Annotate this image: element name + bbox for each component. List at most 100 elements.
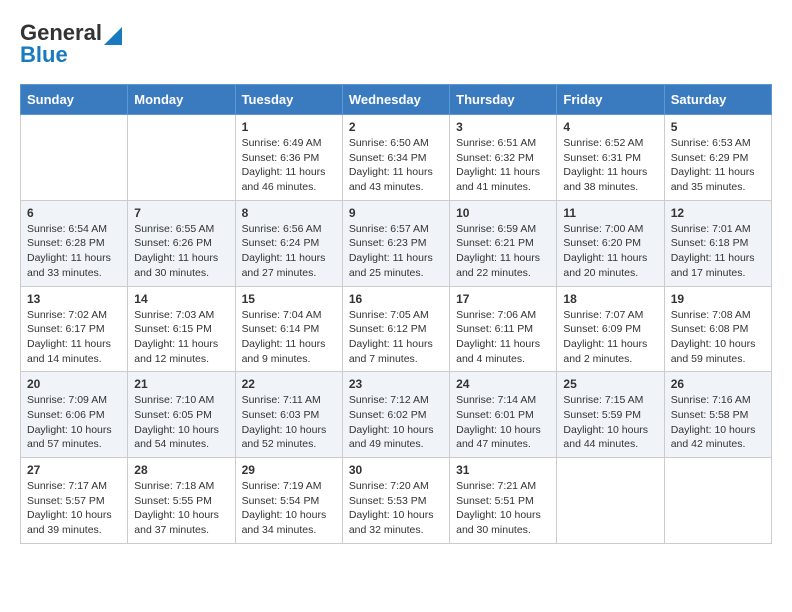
calendar-cell: 11 Sunrise: 7:00 AMSunset: 6:20 PMDayligh… [557,200,664,286]
day-info: Sunrise: 7:01 AMSunset: 6:18 PMDaylight:… [671,222,765,281]
day-info: Sunrise: 6:56 AMSunset: 6:24 PMDaylight:… [242,222,336,281]
day-number: 5 [671,120,765,134]
column-header-sunday: Sunday [21,85,128,115]
week-row-4: 20 Sunrise: 7:09 AMSunset: 6:06 PMDayligh… [21,372,772,458]
day-number: 31 [456,463,550,477]
day-number: 27 [27,463,121,477]
day-info: Sunrise: 6:51 AMSunset: 6:32 PMDaylight:… [456,136,550,195]
day-number: 4 [563,120,657,134]
day-number: 29 [242,463,336,477]
calendar-cell [128,115,235,201]
day-number: 13 [27,292,121,306]
calendar-table: SundayMondayTuesdayWednesdayThursdayFrid… [20,84,772,544]
day-info: Sunrise: 7:19 AMSunset: 5:54 PMDaylight:… [242,479,336,538]
day-info: Sunrise: 6:50 AMSunset: 6:34 PMDaylight:… [349,136,443,195]
day-number: 7 [134,206,228,220]
day-number: 23 [349,377,443,391]
calendar-cell: 31 Sunrise: 7:21 AMSunset: 5:51 PMDayligh… [450,458,557,544]
calendar-cell: 30 Sunrise: 7:20 AMSunset: 5:53 PMDayligh… [342,458,449,544]
day-info: Sunrise: 7:15 AMSunset: 5:59 PMDaylight:… [563,393,657,452]
day-info: Sunrise: 6:53 AMSunset: 6:29 PMDaylight:… [671,136,765,195]
calendar-cell: 20 Sunrise: 7:09 AMSunset: 6:06 PMDayligh… [21,372,128,458]
day-info: Sunrise: 6:59 AMSunset: 6:21 PMDaylight:… [456,222,550,281]
column-header-saturday: Saturday [664,85,771,115]
column-header-tuesday: Tuesday [235,85,342,115]
calendar-cell: 13 Sunrise: 7:02 AMSunset: 6:17 PMDayligh… [21,286,128,372]
day-info: Sunrise: 6:55 AMSunset: 6:26 PMDaylight:… [134,222,228,281]
day-info: Sunrise: 6:49 AMSunset: 6:36 PMDaylight:… [242,136,336,195]
calendar-cell [21,115,128,201]
calendar-cell: 8 Sunrise: 6:56 AMSunset: 6:24 PMDaylight… [235,200,342,286]
day-info: Sunrise: 7:17 AMSunset: 5:57 PMDaylight:… [27,479,121,538]
week-row-3: 13 Sunrise: 7:02 AMSunset: 6:17 PMDayligh… [21,286,772,372]
day-number: 28 [134,463,228,477]
day-info: Sunrise: 7:09 AMSunset: 6:06 PMDaylight:… [27,393,121,452]
day-number: 9 [349,206,443,220]
day-info: Sunrise: 7:04 AMSunset: 6:14 PMDaylight:… [242,308,336,367]
column-header-thursday: Thursday [450,85,557,115]
day-info: Sunrise: 7:06 AMSunset: 6:11 PMDaylight:… [456,308,550,367]
calendar-cell: 6 Sunrise: 6:54 AMSunset: 6:28 PMDaylight… [21,200,128,286]
column-header-monday: Monday [128,85,235,115]
day-number: 30 [349,463,443,477]
day-number: 6 [27,206,121,220]
day-info: Sunrise: 7:02 AMSunset: 6:17 PMDaylight:… [27,308,121,367]
day-info: Sunrise: 6:57 AMSunset: 6:23 PMDaylight:… [349,222,443,281]
calendar-cell: 10 Sunrise: 6:59 AMSunset: 6:21 PMDayligh… [450,200,557,286]
calendar-cell: 16 Sunrise: 7:05 AMSunset: 6:12 PMDayligh… [342,286,449,372]
day-info: Sunrise: 7:18 AMSunset: 5:55 PMDaylight:… [134,479,228,538]
page-header: General Blue [20,20,772,68]
calendar-cell [664,458,771,544]
day-number: 16 [349,292,443,306]
logo-arrow-icon [104,23,122,45]
day-info: Sunrise: 7:10 AMSunset: 6:05 PMDaylight:… [134,393,228,452]
calendar-cell: 19Sunrise: 7:08 AMSunset: 6:08 PMDayligh… [664,286,771,372]
day-info: Sunrise: 7:11 AMSunset: 6:03 PMDaylight:… [242,393,336,452]
calendar-cell: 24Sunrise: 7:14 AMSunset: 6:01 PMDayligh… [450,372,557,458]
week-row-2: 6 Sunrise: 6:54 AMSunset: 6:28 PMDaylight… [21,200,772,286]
day-number: 14 [134,292,228,306]
day-number: 19 [671,292,765,306]
day-info: Sunrise: 7:20 AMSunset: 5:53 PMDaylight:… [349,479,443,538]
day-number: 20 [27,377,121,391]
day-info: Sunrise: 6:52 AMSunset: 6:31 PMDaylight:… [563,136,657,195]
day-info: Sunrise: 7:00 AMSunset: 6:20 PMDaylight:… [563,222,657,281]
day-number: 12 [671,206,765,220]
day-number: 10 [456,206,550,220]
day-info: Sunrise: 7:12 AMSunset: 6:02 PMDaylight:… [349,393,443,452]
day-info: Sunrise: 7:16 AMSunset: 5:58 PMDaylight:… [671,393,765,452]
calendar-cell: 3Sunrise: 6:51 AMSunset: 6:32 PMDaylight… [450,115,557,201]
day-number: 8 [242,206,336,220]
day-info: Sunrise: 7:21 AMSunset: 5:51 PMDaylight:… [456,479,550,538]
calendar-cell: 28 Sunrise: 7:18 AMSunset: 5:55 PMDayligh… [128,458,235,544]
calendar-cell: 5 Sunrise: 6:53 AMSunset: 6:29 PMDaylight… [664,115,771,201]
calendar-cell: 25 Sunrise: 7:15 AMSunset: 5:59 PMDayligh… [557,372,664,458]
day-info: Sunrise: 7:14 AMSunset: 6:01 PMDaylight:… [456,393,550,452]
day-info: Sunrise: 6:54 AMSunset: 6:28 PMDaylight:… [27,222,121,281]
calendar-cell: 26 Sunrise: 7:16 AMSunset: 5:58 PMDayligh… [664,372,771,458]
day-number: 11 [563,206,657,220]
week-row-5: 27 Sunrise: 7:17 AMSunset: 5:57 PMDayligh… [21,458,772,544]
calendar-cell: 22 Sunrise: 7:11 AMSunset: 6:03 PMDayligh… [235,372,342,458]
day-number: 22 [242,377,336,391]
day-number: 15 [242,292,336,306]
calendar-cell: 9 Sunrise: 6:57 AMSunset: 6:23 PMDaylight… [342,200,449,286]
column-header-friday: Friday [557,85,664,115]
calendar-cell: 4 Sunrise: 6:52 AMSunset: 6:31 PMDaylight… [557,115,664,201]
day-number: 18 [563,292,657,306]
calendar-cell: 2Sunrise: 6:50 AMSunset: 6:34 PMDaylight… [342,115,449,201]
calendar-cell: 29 Sunrise: 7:19 AMSunset: 5:54 PMDayligh… [235,458,342,544]
logo-line2: Blue [20,42,68,68]
calendar-cell: 12 Sunrise: 7:01 AMSunset: 6:18 PMDayligh… [664,200,771,286]
day-number: 25 [563,377,657,391]
calendar-cell: 15 Sunrise: 7:04 AMSunset: 6:14 PMDayligh… [235,286,342,372]
calendar-cell: 7 Sunrise: 6:55 AMSunset: 6:26 PMDaylight… [128,200,235,286]
day-number: 26 [671,377,765,391]
day-info: Sunrise: 7:07 AMSunset: 6:09 PMDaylight:… [563,308,657,367]
day-number: 17 [456,292,550,306]
calendar-cell [557,458,664,544]
week-row-1: 1Sunrise: 6:49 AMSunset: 6:36 PMDaylight… [21,115,772,201]
day-info: Sunrise: 7:05 AMSunset: 6:12 PMDaylight:… [349,308,443,367]
logo: General Blue [20,20,122,68]
calendar-cell: 27 Sunrise: 7:17 AMSunset: 5:57 PMDayligh… [21,458,128,544]
